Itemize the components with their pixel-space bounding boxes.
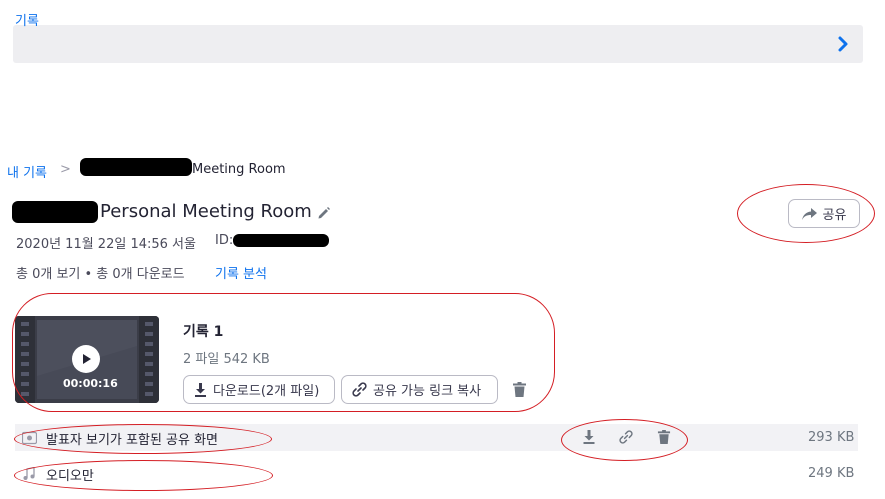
- breadcrumb-my-recordings[interactable]: 내 기록: [7, 162, 47, 181]
- recording-datetime: 2020년 11월 22일 14:56 서울: [16, 237, 196, 252]
- meeting-id-label: ID:: [215, 233, 234, 248]
- breadcrumb-separator: >: [60, 162, 71, 177]
- recording-analysis-link[interactable]: 기록 분석: [215, 263, 267, 282]
- section-bar-label[interactable]: 기록: [15, 10, 39, 29]
- page-title: Personal Meeting Room: [100, 201, 312, 222]
- annotation-oval-row-actions: [561, 419, 688, 461]
- annotation-oval-audio-only: [14, 460, 273, 491]
- redaction-mark: [12, 201, 98, 223]
- file-size: 293 KB: [808, 430, 855, 445]
- redaction-mark: [80, 158, 192, 176]
- breadcrumb-current: Meeting Room: [192, 162, 286, 177]
- chevron-right-icon[interactable]: [836, 35, 850, 53]
- views-downloads-stats: 총 0개 보기 • 총 0개 다운로드: [16, 267, 185, 282]
- annotation-oval-shared-screen: [14, 424, 272, 454]
- annotation-oval-recording-card: [12, 293, 555, 412]
- redaction-mark: [233, 234, 329, 247]
- pencil-edit-icon[interactable]: [317, 206, 331, 220]
- annotation-oval-share: [737, 184, 875, 243]
- recordings-section-bar[interactable]: [13, 25, 863, 63]
- file-size: 249 KB: [808, 466, 855, 481]
